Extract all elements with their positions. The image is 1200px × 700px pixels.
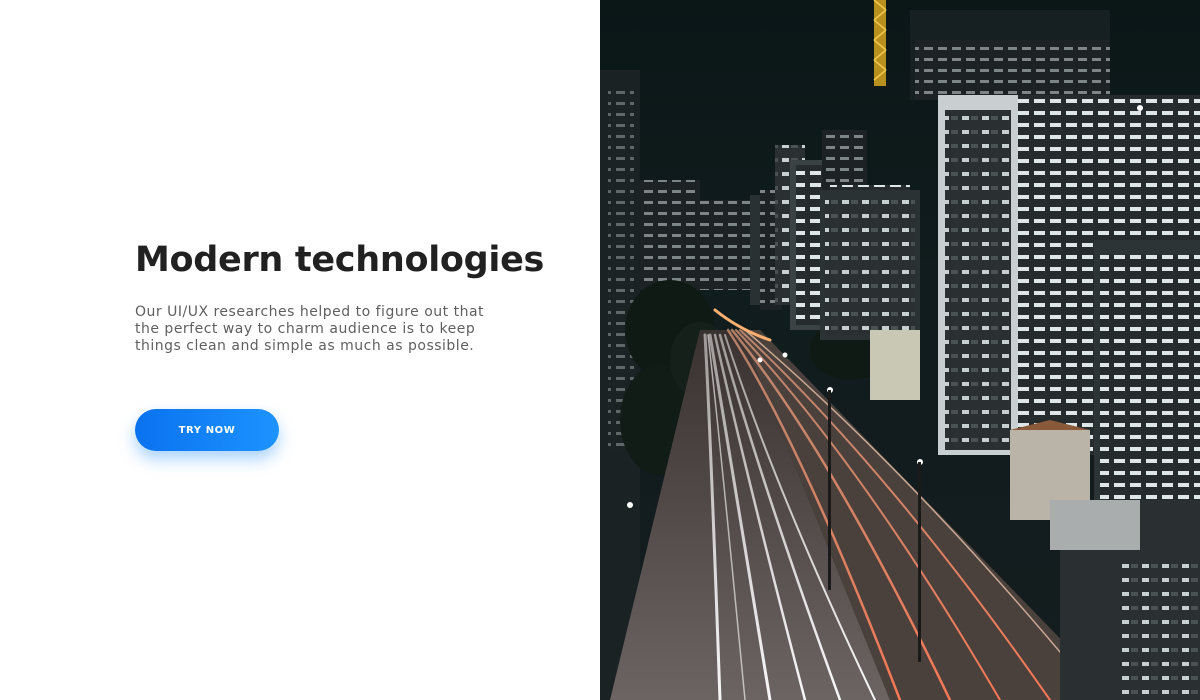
hero-text-panel: Modern technologies Our UI/UX researches…: [0, 0, 600, 700]
landing-page: Modern technologies Our UI/UX researches…: [0, 0, 1200, 700]
crane-tower: [873, 0, 887, 86]
lower-right-buildings: [1050, 500, 1200, 700]
city-night-image: [600, 0, 1200, 700]
city-night-photo: [600, 0, 1200, 700]
hero-title: Modern technologies: [135, 240, 545, 280]
try-now-button[interactable]: TRY NOW: [135, 409, 279, 451]
hero-description: Our UI/UX researches helped to figure ou…: [135, 304, 485, 354]
